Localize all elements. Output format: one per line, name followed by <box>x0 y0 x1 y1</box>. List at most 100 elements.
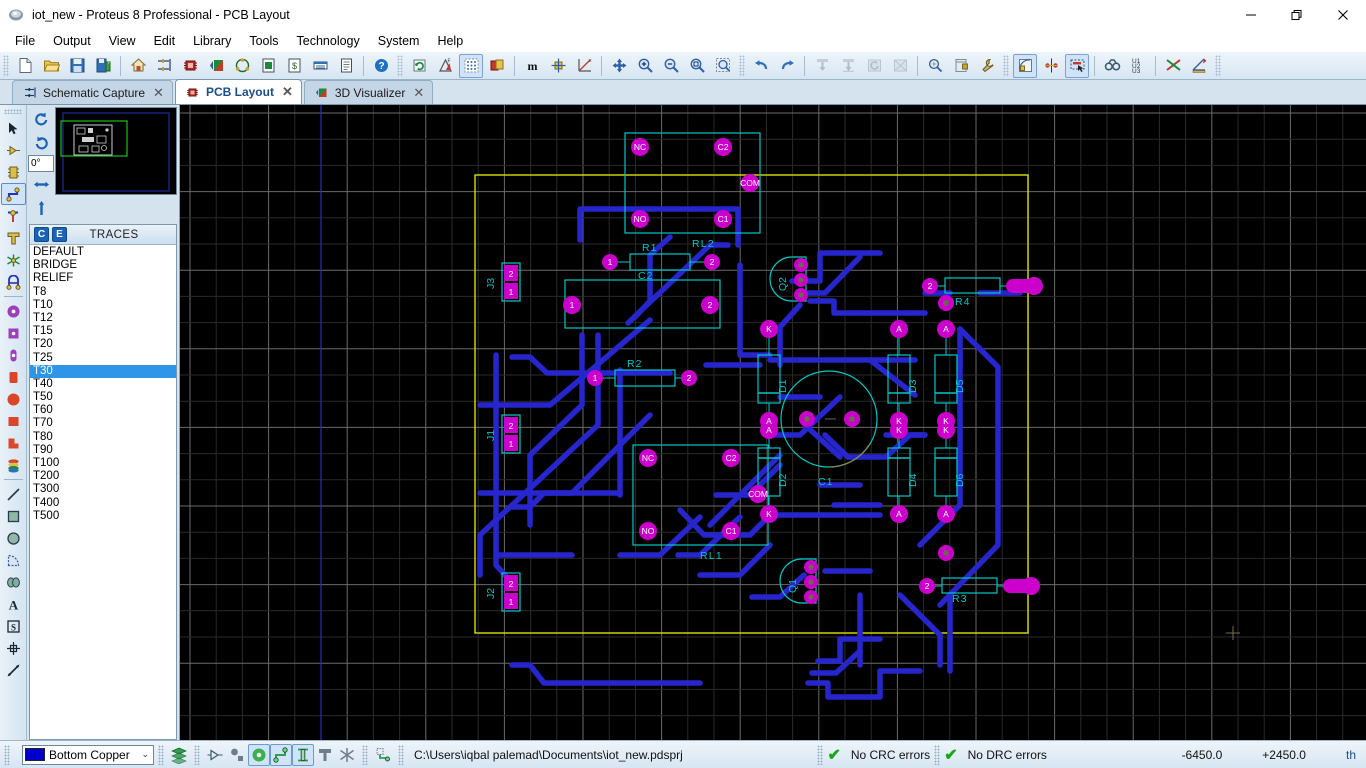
statusbar-grip[interactable] <box>4 744 10 765</box>
2d-symbol-icon[interactable]: S <box>1 615 26 637</box>
save-project-icon[interactable] <box>65 54 89 78</box>
pan-icon[interactable] <box>607 54 631 78</box>
trace-item[interactable]: RELIEF <box>30 272 176 285</box>
trace-item[interactable]: DEFAULT <box>30 246 176 259</box>
3d-visualizer-icon[interactable] <box>204 54 228 78</box>
menu-library[interactable]: Library <box>184 32 240 50</box>
trace-item[interactable]: T20 <box>30 338 176 351</box>
toolbar-grip[interactable] <box>739 54 745 77</box>
mirror-horizontal-button[interactable] <box>28 172 54 196</box>
show-tracks-icon[interactable] <box>270 743 292 766</box>
trace-item[interactable]: T50 <box>30 391 176 404</box>
dil-pad-icon[interactable] <box>1 344 26 366</box>
pad-stack-icon[interactable] <box>1 454 26 476</box>
project-notes-icon[interactable] <box>334 54 358 78</box>
zoom-all-icon[interactable] <box>685 54 709 78</box>
trace-item[interactable]: T40 <box>30 378 176 391</box>
close-icon[interactable]: ✕ <box>413 85 424 101</box>
trace-item[interactable]: T400 <box>30 497 176 510</box>
board-preview-pane[interactable] <box>55 107 177 195</box>
delete-icon[interactable] <box>888 54 912 78</box>
layer-selector[interactable]: Bottom Copper ⌄ <box>22 744 154 765</box>
statusbar-grip[interactable] <box>158 744 164 765</box>
pick-device-icon[interactable] <box>923 54 947 78</box>
mirror-vertical-button[interactable] <box>28 196 54 220</box>
traces-list[interactable]: DEFAULT BRIDGE RELIEF T8 T10 T12 T15 T20 T25 T30 T… <box>30 245 176 739</box>
auto-placer-icon[interactable] <box>1013 53 1037 78</box>
design-explorer-icon[interactable] <box>230 54 254 78</box>
zone-mode-icon[interactable] <box>1 227 26 249</box>
menu-help[interactable]: Help <box>428 32 472 50</box>
edge-connector-pad-icon[interactable] <box>1 366 26 388</box>
select-mode-icon[interactable] <box>1065 53 1089 78</box>
show-pads-icon[interactable] <box>248 743 270 766</box>
show-drill-holes-icon[interactable] <box>372 744 394 766</box>
trace-item[interactable]: BRIDGE <box>30 259 176 272</box>
toolbar-grip[interactable] <box>1003 54 1009 77</box>
zoom-in-icon[interactable] <box>633 54 657 78</box>
toggle-false-origin-icon[interactable]: F <box>433 54 457 78</box>
2d-arc-icon[interactable] <box>1 549 26 571</box>
save-as-icon[interactable] <box>91 54 115 78</box>
toolbar-grip[interactable] <box>3 54 9 77</box>
tab-schematic-capture[interactable]: Schematic Capture ✕ <box>12 80 173 104</box>
package-tool-icon[interactable] <box>949 54 973 78</box>
trace-item[interactable]: T90 <box>30 444 176 457</box>
bill-of-materials-icon[interactable] <box>256 54 280 78</box>
circular-smt-pad-icon[interactable] <box>1 388 26 410</box>
round-through-hole-pad-icon[interactable] <box>1 300 26 322</box>
trace-item[interactable]: T200 <box>30 470 176 483</box>
tab-3d-visualizer[interactable]: 3D Visualizer ✕ <box>303 80 434 104</box>
trace-item[interactable]: T10 <box>30 299 176 312</box>
paste-from-clipboard-icon[interactable] <box>862 54 886 78</box>
trace-item[interactable]: T12 <box>30 312 176 325</box>
menu-technology[interactable]: Technology <box>288 32 369 50</box>
pcb-layout-icon[interactable] <box>178 54 202 78</box>
2d-path-icon[interactable] <box>1 571 26 593</box>
statusbar-grip[interactable] <box>194 744 200 765</box>
show-zones-icon[interactable] <box>314 744 336 766</box>
copper-layer-button[interactable]: C <box>34 227 49 242</box>
search-and-tag-icon[interactable] <box>1100 54 1124 78</box>
via-mode-icon[interactable] <box>1 205 26 227</box>
auto-router-icon[interactable] <box>1039 54 1063 78</box>
square-through-hole-pad-icon[interactable] <box>1 322 26 344</box>
layer-stack-icon[interactable] <box>168 744 190 766</box>
ratsnest-mode-icon[interactable] <box>1 249 26 271</box>
2d-text-icon[interactable]: A <box>1 593 26 615</box>
rotate-clockwise-button[interactable] <box>28 107 54 131</box>
selection-mode-icon[interactable] <box>1 117 26 139</box>
pcb-canvas[interactable]: RL2 RL1 R1 R2 R4 R3 C2 C1 J3 J1 J2 Q2 Q1… <box>179 105 1366 740</box>
undo-icon[interactable] <box>749 54 773 78</box>
edge-layer-button[interactable]: E <box>52 227 67 242</box>
menu-tools[interactable]: Tools <box>240 32 287 50</box>
help-icon[interactable]: ? <box>369 54 393 78</box>
trace-item[interactable]: T25 <box>30 352 176 365</box>
statusbar-grip[interactable] <box>362 744 368 765</box>
trace-item[interactable]: T15 <box>30 325 176 338</box>
menu-output[interactable]: Output <box>44 32 100 50</box>
menu-system[interactable]: System <box>369 32 429 50</box>
2d-marker-icon[interactable] <box>1 637 26 659</box>
trace-item[interactable]: T80 <box>30 431 176 444</box>
toolbar-grip[interactable] <box>397 54 403 77</box>
toggle-grid-icon[interactable] <box>459 53 483 78</box>
schematic-capture-icon[interactable] <box>152 54 176 78</box>
redo-icon[interactable] <box>775 54 799 78</box>
connectivity-highlight-icon[interactable] <box>1 271 26 293</box>
trace-item[interactable]: T70 <box>30 417 176 430</box>
close-button[interactable] <box>1320 0 1366 30</box>
trace-item[interactable]: T500 <box>30 510 176 523</box>
close-icon[interactable]: ✕ <box>282 84 293 100</box>
design-rule-manager-icon[interactable] <box>975 54 999 78</box>
2d-circle-icon[interactable] <box>1 527 26 549</box>
2d-line-icon[interactable] <box>1 483 26 505</box>
metric-imperial-icon[interactable]: m <box>520 54 544 78</box>
track-mode-icon[interactable] <box>0 183 26 205</box>
maximize-restore-button[interactable] <box>1274 0 1320 30</box>
menu-file[interactable]: File <box>6 32 44 50</box>
statusbar-grip[interactable] <box>817 744 824 765</box>
palette-grip[interactable] <box>4 109 22 114</box>
chevron-down-icon[interactable]: ⌄ <box>141 749 149 760</box>
component-mode-icon[interactable] <box>1 139 26 161</box>
